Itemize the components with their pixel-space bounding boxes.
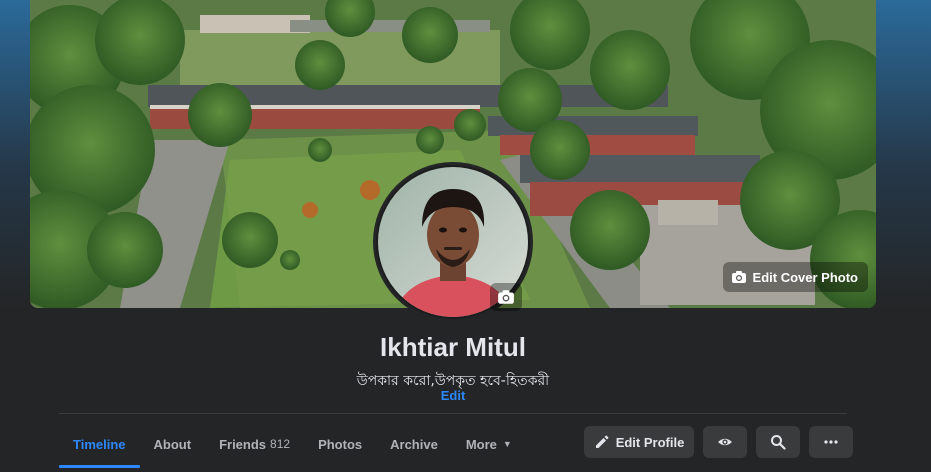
profile-name: Ikhtiar Mitul (380, 332, 526, 362)
tab-timeline[interactable]: Timeline (59, 416, 140, 472)
update-profile-picture-button[interactable] (490, 283, 522, 311)
tab-label: More (465, 436, 497, 452)
search-profile-button[interactable] (756, 426, 800, 458)
edit-profile-label: Edit Profile (615, 434, 685, 450)
tab-friends[interactable]: Friends 812 (205, 416, 304, 472)
tabs-divider (59, 413, 847, 414)
profile-actions: Edit Profile (584, 426, 853, 458)
tab-more[interactable]: More ▼ (452, 416, 526, 472)
pencil-icon (595, 435, 609, 448)
edit-profile-button[interactable]: Edit Profile (584, 426, 694, 458)
profile-tabs: Timeline About Friends 812 Photos Archiv… (59, 416, 526, 472)
ellipsis-icon (824, 440, 838, 444)
edit-cover-photo-label: Edit Cover Photo (752, 269, 858, 285)
tab-about[interactable]: About (140, 416, 206, 472)
tab-photos[interactable]: Photos (304, 416, 376, 472)
tab-label: About (153, 436, 192, 452)
edit-cover-photo-button[interactable]: Edit Cover Photo (722, 262, 868, 292)
tab-label: Timeline (73, 436, 126, 452)
more-options-button[interactable] (809, 426, 853, 458)
camera-icon (731, 271, 746, 283)
friends-count: 812 (270, 437, 291, 451)
tab-archive[interactable]: Archive (376, 416, 452, 472)
caret-down-icon: ▼ (502, 439, 512, 449)
tab-label: Archive (390, 436, 438, 452)
eye-icon (718, 438, 732, 446)
tab-label: Friends (219, 436, 267, 452)
camera-icon (498, 290, 514, 304)
edit-bio-link[interactable]: Edit (0, 388, 906, 403)
view-as-button[interactable] (703, 426, 747, 458)
tab-label: Photos (318, 436, 363, 452)
search-icon (771, 435, 786, 450)
